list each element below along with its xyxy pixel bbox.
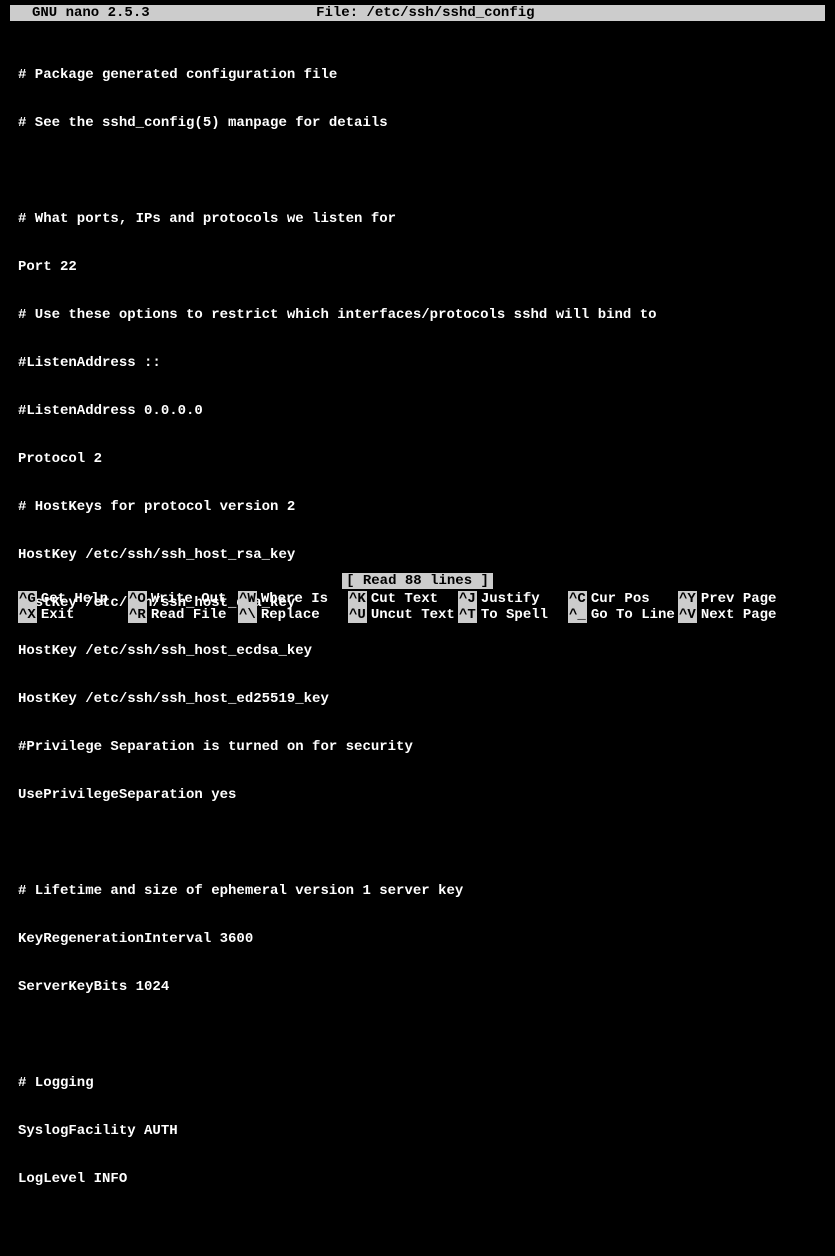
line: KeyRegenerationInterval 3600: [18, 931, 825, 947]
line: # Use these options to restrict which in…: [18, 307, 825, 323]
shortcut-prev-page[interactable]: ^YPrev Page: [678, 591, 788, 607]
shortcut-go-to-line[interactable]: ^_Go To Line: [568, 607, 678, 623]
app-name: GNU nano 2.5.3: [14, 5, 150, 21]
line: # Package generated configuration file: [18, 67, 825, 83]
shortcut-write-out[interactable]: ^OWrite Out: [128, 591, 238, 607]
shortcut-justify[interactable]: ^JJustify: [458, 591, 568, 607]
line: Port 22: [18, 259, 825, 275]
shortcut-uncut-text[interactable]: ^UUncut Text: [348, 607, 458, 623]
line: # See the sshd_config(5) manpage for det…: [18, 115, 825, 131]
line: HostKey /etc/ssh/ssh_host_ed25519_key: [18, 691, 825, 707]
shortcut-cur-pos[interactable]: ^CCur Pos: [568, 591, 678, 607]
line: [18, 1027, 825, 1043]
shortcut-replace[interactable]: ^\Replace: [238, 607, 348, 623]
line: [18, 1219, 825, 1235]
line: ServerKeyBits 1024: [18, 979, 825, 995]
line: SyslogFacility AUTH: [18, 1123, 825, 1139]
editor-content[interactable]: # Package generated configuration file #…: [0, 21, 835, 1256]
shortcut-bar: ^GGet Help ^OWrite Out ^WWhere Is ^KCut …: [18, 591, 825, 623]
shortcut-get-help[interactable]: ^GGet Help: [18, 591, 128, 607]
status-message: [ Read 88 lines ]: [342, 573, 493, 589]
line: UsePrivilegeSeparation yes: [18, 787, 825, 803]
shortcut-where-is[interactable]: ^WWhere Is: [238, 591, 348, 607]
line: # What ports, IPs and protocols we liste…: [18, 211, 825, 227]
titlebar: GNU nano 2.5.3 File: /etc/ssh/sshd_confi…: [10, 5, 825, 21]
shortcut-to-spell[interactable]: ^TTo Spell: [458, 607, 568, 623]
line: [18, 835, 825, 851]
line: #Privilege Separation is turned on for s…: [18, 739, 825, 755]
line: #ListenAddress ::: [18, 355, 825, 371]
line: HostKey /etc/ssh/ssh_host_ecdsa_key: [18, 643, 825, 659]
shortcut-read-file[interactable]: ^RRead File: [128, 607, 238, 623]
status-bar: [ Read 88 lines ]: [0, 573, 835, 589]
line: LogLevel INFO: [18, 1171, 825, 1187]
line: # Logging: [18, 1075, 825, 1091]
line: # HostKeys for protocol version 2: [18, 499, 825, 515]
shortcut-cut-text[interactable]: ^KCut Text: [348, 591, 458, 607]
line: #ListenAddress 0.0.0.0: [18, 403, 825, 419]
line: [18, 163, 825, 179]
shortcut-row: ^XExit ^RRead File ^\Replace ^UUncut Tex…: [18, 607, 825, 623]
shortcut-next-page[interactable]: ^VNext Page: [678, 607, 788, 623]
file-label: File: /etc/ssh/sshd_config: [150, 5, 821, 21]
shortcut-exit[interactable]: ^XExit: [18, 607, 128, 623]
shortcut-row: ^GGet Help ^OWrite Out ^WWhere Is ^KCut …: [18, 591, 825, 607]
line: # Lifetime and size of ephemeral version…: [18, 883, 825, 899]
line: HostKey /etc/ssh/ssh_host_rsa_key: [18, 547, 825, 563]
line: Protocol 2: [18, 451, 825, 467]
